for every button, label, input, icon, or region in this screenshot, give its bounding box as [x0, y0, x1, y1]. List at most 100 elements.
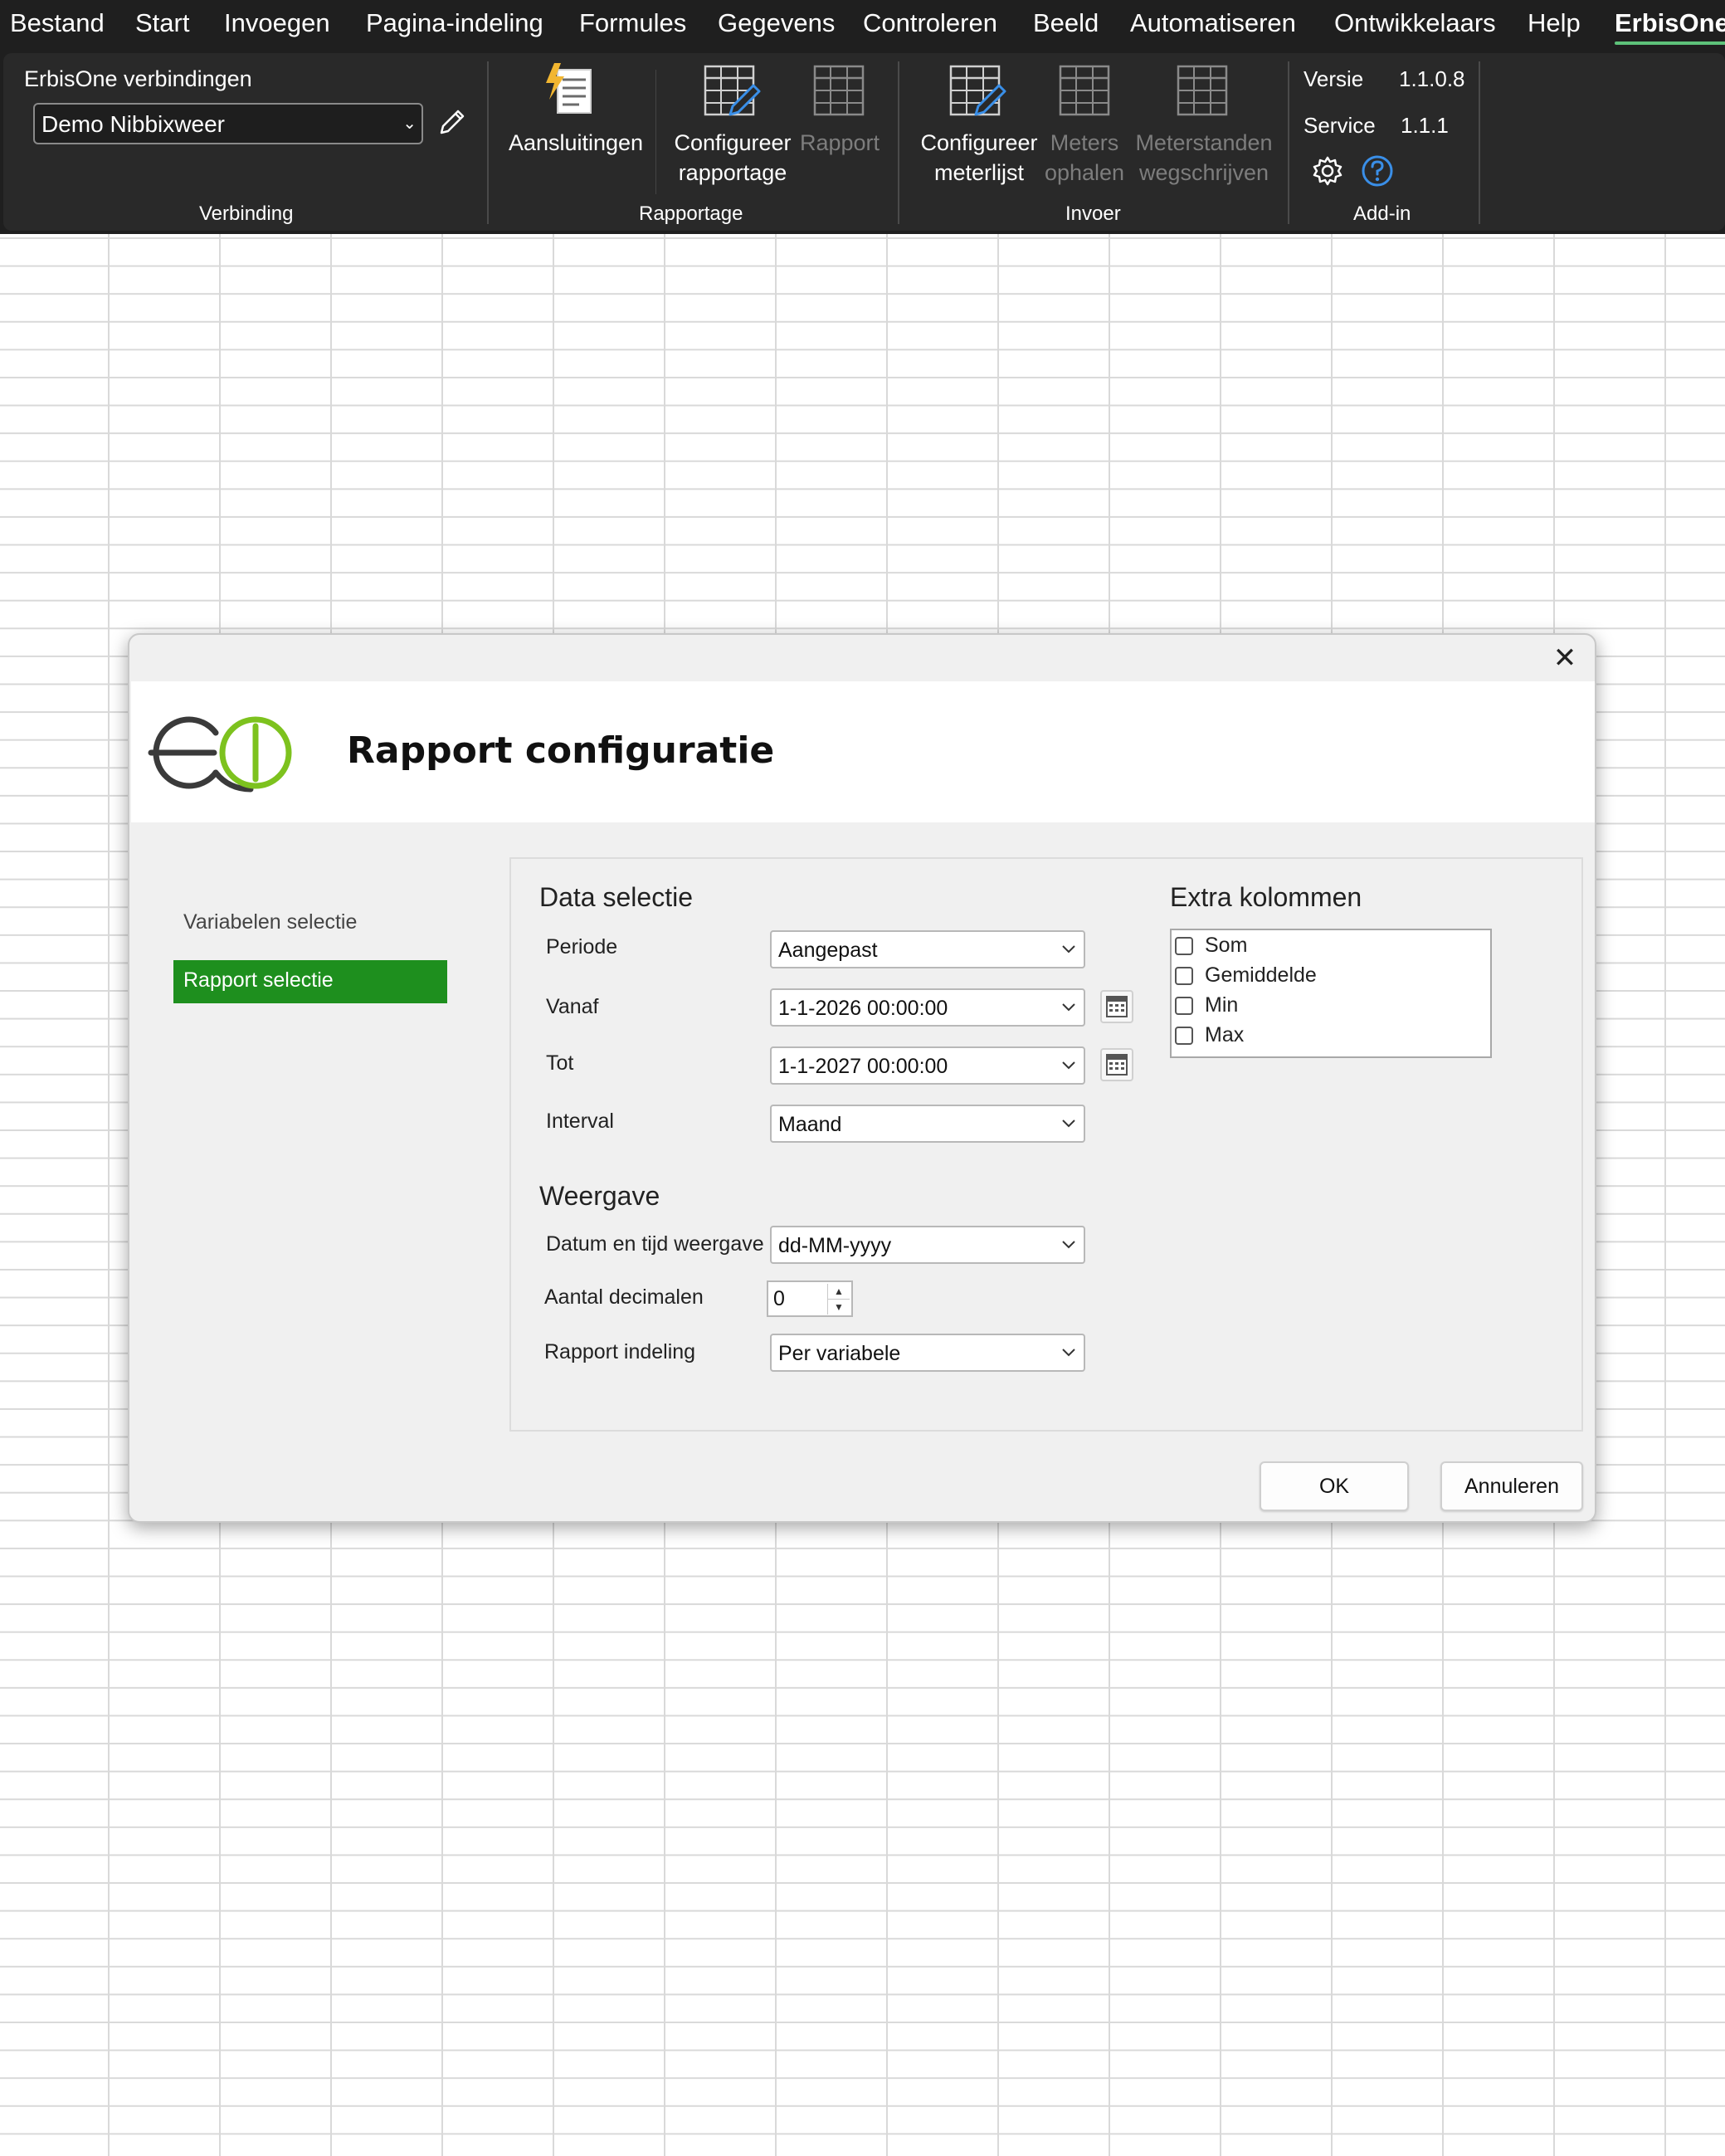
menu-erbisone[interactable]: ErbisOne	[1615, 8, 1725, 45]
datum-weergave-value: dd-MM-yyyy	[778, 1234, 892, 1257]
table-icon	[813, 65, 865, 116]
calendar-icon	[1106, 996, 1128, 1017]
extra-kolommen-title: Extra kolommen	[1170, 882, 1362, 912]
weergave-title: Weergave	[539, 1181, 660, 1211]
decimalen-value: 0	[773, 1287, 785, 1310]
checkbox-box[interactable]	[1175, 1027, 1193, 1045]
chevron-down-icon: ⌄	[402, 115, 417, 133]
content-panel: Data selectie Periode Aangepast Vanaf 1-…	[509, 857, 1583, 1432]
datum-weergave-label: Datum en tijd weergave	[546, 1232, 764, 1256]
group-separator	[487, 61, 489, 224]
annuleren-button[interactable]: Annuleren	[1440, 1461, 1583, 1511]
menu-automatiseren[interactable]: Automatiseren	[1130, 8, 1296, 38]
nav-variabelen-selectie[interactable]: Variabelen selectie	[173, 902, 447, 945]
interval-label: Interval	[546, 1110, 614, 1133]
chevron-down-icon	[1062, 1119, 1075, 1128]
nav-rapport-selectie[interactable]: Rapport selectie	[173, 960, 447, 1003]
service-label: Service	[1303, 113, 1376, 138]
dialog-title: Rapport configuratie	[347, 729, 775, 772]
tot-label: Tot	[546, 1051, 574, 1075]
group-label-rapportage: Rapportage	[639, 202, 743, 225]
menu-bar: Bestand Start Invoegen Pagina-indeling F…	[0, 0, 1725, 50]
group-label-invoer: Invoer	[1065, 202, 1121, 225]
rapport-label: Rapport	[799, 130, 880, 155]
vanaf-calendar-button[interactable]	[1100, 990, 1133, 1023]
ok-button[interactable]: OK	[1260, 1461, 1409, 1511]
checkbox-label: Max	[1205, 1023, 1245, 1046]
pencil-icon[interactable]	[435, 106, 468, 139]
vanaf-label: Vanaf	[546, 995, 599, 1018]
tot-calendar-button[interactable]	[1100, 1048, 1133, 1081]
button-separator	[655, 70, 656, 194]
gear-icon[interactable]	[1311, 154, 1344, 188]
menu-bestand[interactable]: Bestand	[10, 8, 105, 38]
group-separator	[1288, 61, 1289, 224]
menu-ontwikkelaars[interactable]: Ontwikkelaars	[1334, 8, 1496, 38]
meters-ophalen-label: Meters ophalen	[1044, 130, 1125, 185]
chevron-down-icon	[1062, 945, 1075, 954]
calendar-icon	[1106, 1054, 1128, 1076]
chevron-down-icon	[1062, 1241, 1075, 1249]
menu-formules[interactable]: Formules	[579, 8, 686, 38]
decimalen-label: Aantal decimalen	[544, 1285, 704, 1309]
tot-datetime-picker[interactable]: 1-1-2027 00:00:00	[770, 1046, 1085, 1085]
ribbon-panel: ErbisOne verbindingen Demo Nibbixweer ⌄ …	[3, 53, 1725, 231]
table-icon	[1059, 65, 1110, 116]
decimalen-stepper[interactable]: 0 ▲ ▼	[767, 1280, 853, 1317]
spin-up-icon[interactable]: ▲	[827, 1284, 850, 1300]
rapport-indeling-value: Per variabele	[778, 1342, 901, 1365]
checkbox-label: Min	[1205, 993, 1239, 1017]
rapport-configuratie-dialog: ✕ Rapport configuratie Variabelen select…	[128, 633, 1596, 1523]
menu-beeld[interactable]: Beeld	[1033, 8, 1099, 38]
interval-value: Maand	[778, 1113, 842, 1136]
group-separator	[1479, 61, 1480, 224]
configureer-meterlijst-label: Configureer meterlijst	[920, 130, 1038, 185]
ribbon: ErbisOne verbindingen Demo Nibbixweer ⌄ …	[0, 50, 1725, 234]
vanaf-value: 1-1-2026 00:00:00	[778, 997, 948, 1020]
help-icon[interactable]	[1361, 154, 1394, 188]
extra-kolommen-list: Som Gemiddelde Min Max	[1170, 929, 1492, 1058]
checkbox-label: Gemiddelde	[1205, 963, 1317, 987]
close-icon[interactable]: ✕	[1547, 640, 1583, 676]
menu-controleren[interactable]: Controleren	[863, 8, 997, 38]
rapport-indeling-select[interactable]: Per variabele	[770, 1334, 1085, 1372]
table-edit-icon	[949, 65, 1006, 116]
versie-value: 1.1.0.8	[1399, 66, 1465, 91]
chevron-down-icon	[1062, 1061, 1075, 1070]
checkbox-label: Som	[1205, 934, 1248, 957]
checkbox-box[interactable]	[1175, 997, 1193, 1015]
aansluitingen-label: Aansluitingen	[508, 130, 644, 155]
periode-value: Aangepast	[778, 939, 878, 962]
data-selectie-title: Data selectie	[539, 882, 693, 912]
meterstanden-wegschrijven-label: Meterstanden wegschrijven	[1135, 130, 1273, 185]
menu-help[interactable]: Help	[1528, 8, 1581, 38]
configureer-rapportage-label: Configureer rapportage	[674, 130, 792, 185]
vanaf-datetime-picker[interactable]: 1-1-2026 00:00:00	[770, 988, 1085, 1027]
group-label-addin: Add-in	[1353, 202, 1411, 225]
menu-gegevens[interactable]: Gegevens	[718, 8, 835, 38]
tot-value: 1-1-2027 00:00:00	[778, 1055, 948, 1078]
dialog-header: Rapport configuratie	[131, 681, 1595, 822]
rapport-indeling-label: Rapport indeling	[544, 1340, 696, 1363]
interval-select[interactable]: Maand	[770, 1105, 1085, 1143]
chevron-down-icon	[1062, 1003, 1075, 1012]
erbisone-logo	[148, 716, 292, 793]
menu-start[interactable]: Start	[135, 8, 189, 38]
service-value: 1.1.1	[1401, 113, 1449, 138]
group-label-verbinding: Verbinding	[199, 202, 294, 225]
connection-select-value: Demo Nibbixweer	[41, 111, 225, 137]
table-edit-icon	[704, 65, 761, 116]
versie-label: Versie	[1303, 66, 1364, 91]
checkbox-box[interactable]	[1175, 967, 1193, 985]
periode-select[interactable]: Aangepast	[770, 930, 1085, 968]
menu-pagina-indeling[interactable]: Pagina-indeling	[366, 8, 543, 38]
connections-heading: ErbisOne verbindingen	[24, 66, 252, 91]
connections-document-icon	[546, 63, 592, 114]
spin-down-icon[interactable]: ▼	[827, 1300, 850, 1315]
periode-label: Periode	[546, 935, 618, 958]
connection-select[interactable]: Demo Nibbixweer ⌄	[33, 103, 423, 144]
chevron-down-icon	[1062, 1349, 1075, 1357]
datum-weergave-select[interactable]: dd-MM-yyyy	[770, 1226, 1085, 1264]
menu-invoegen[interactable]: Invoegen	[224, 8, 330, 38]
checkbox-box[interactable]	[1175, 937, 1193, 955]
